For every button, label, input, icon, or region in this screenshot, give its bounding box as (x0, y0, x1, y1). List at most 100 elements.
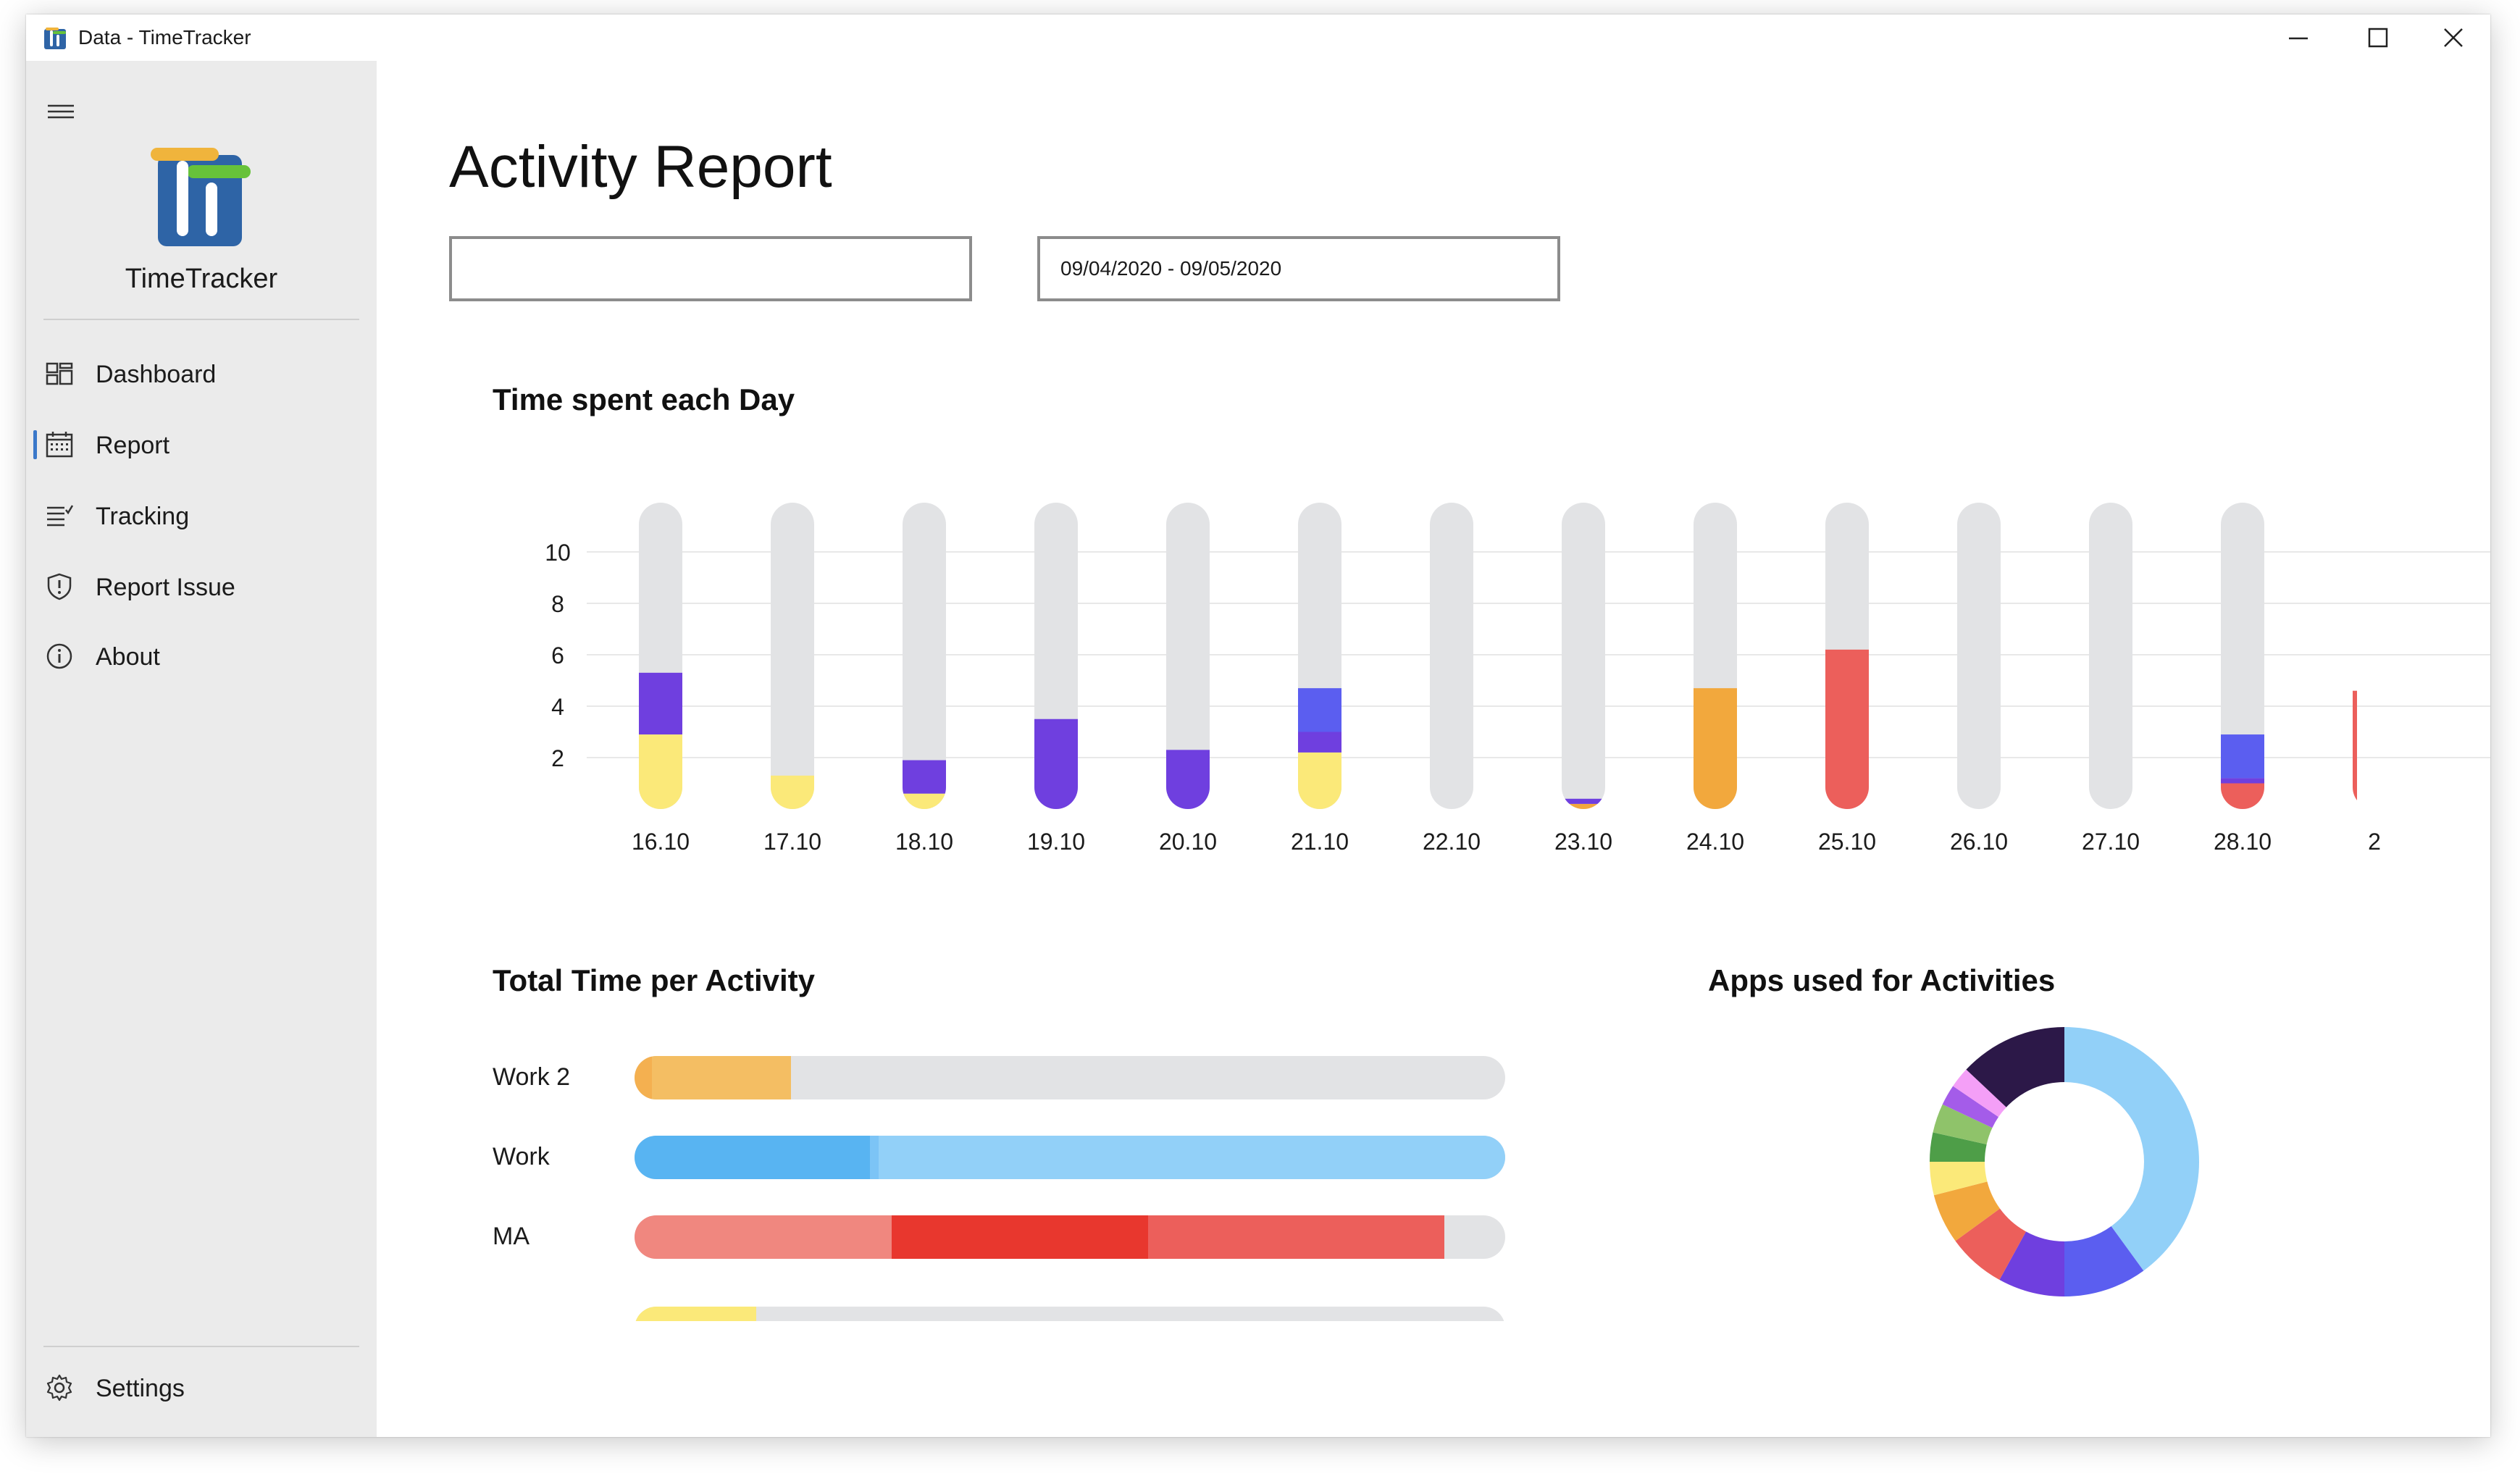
day-column: 19.10 (1027, 503, 1085, 855)
sidebar: TimeTracker Dashboard Report Tracking Re… (26, 61, 377, 1437)
x-tick-label: 25.10 (1818, 829, 1876, 855)
main-content: Activity Report 09/04/2020 - 09/05/2020 … (377, 61, 2490, 1437)
sidebar-item-label: About (96, 643, 160, 671)
info-icon (46, 643, 72, 669)
timetracker-logo (151, 148, 251, 246)
settings-label: Settings (96, 1375, 185, 1402)
sidebar-item-report[interactable]: Report (26, 416, 377, 474)
sidebar-item-about[interactable]: About (26, 627, 377, 685)
bar-segment (771, 775, 814, 809)
bar-track (1957, 503, 2001, 809)
close-icon (2444, 28, 2463, 47)
bar-segment (903, 760, 946, 794)
activity-row: MA (493, 1212, 1505, 1263)
sidebar-divider (43, 319, 359, 320)
day-column: 17.10 (763, 503, 821, 855)
activity-bar-segment (635, 1056, 653, 1099)
hamburger-menu-icon[interactable] (45, 99, 77, 125)
bar-segment (1166, 750, 1210, 809)
maximize-icon (2368, 28, 2388, 48)
bar-segment (1298, 752, 1341, 809)
x-tick-label: 16.10 (632, 829, 690, 855)
bar-segment (1562, 798, 1605, 804)
daily-chart-title: Time spent each Day (493, 382, 795, 416)
app-window: Data - TimeTracker TimeTracker Dashboard… (26, 14, 2490, 1437)
bar-track (1562, 503, 1605, 809)
x-tick-label: 19.10 (1027, 829, 1085, 855)
x-tick-label: 22.10 (1423, 829, 1481, 855)
bar-segment (1694, 688, 1737, 809)
bar-segment (2221, 778, 2264, 784)
day-column: 27.10 (2082, 503, 2140, 855)
x-tick-label: 2 (2368, 829, 2381, 855)
app-logo-icon (44, 28, 66, 49)
day-column: 20.10 (1159, 503, 1217, 855)
window-title: Data - TimeTracker (78, 26, 251, 49)
activity-bar-track (635, 1136, 1505, 1179)
day-column: 23.10 (1554, 503, 1612, 855)
minimize-button[interactable] (2259, 14, 2338, 61)
bar-track (771, 503, 814, 809)
donut-slice (2064, 1027, 2199, 1271)
activity-bar-segment (878, 1136, 1505, 1179)
settings-button[interactable]: Settings (26, 1359, 377, 1417)
minimize-icon (2289, 37, 2308, 40)
activity-bar-segment (635, 1136, 870, 1179)
activity-bar-track (635, 1056, 1505, 1099)
x-tick-label: 18.10 (895, 829, 953, 855)
sidebar-item-label: Report (96, 432, 170, 459)
activity-row: Work (493, 1133, 1505, 1183)
day-column: 2 (2353, 690, 2381, 855)
bar-segment (903, 793, 946, 809)
activity-row-partial (449, 1307, 1536, 1321)
sidebar-item-dashboard[interactable]: Dashboard (26, 345, 377, 403)
day-column: 16.10 (632, 503, 690, 855)
apps-donut-chart (1930, 1027, 2199, 1296)
x-tick-label: 20.10 (1159, 829, 1217, 855)
activity-bar-track (635, 1307, 1505, 1321)
page-title: Activity Report (449, 134, 832, 200)
active-indicator (33, 430, 37, 459)
x-tick-label: 24.10 (1686, 829, 1744, 855)
day-column: 22.10 (1423, 503, 1481, 855)
maximize-button[interactable] (2338, 14, 2418, 61)
close-button[interactable] (2414, 14, 2490, 61)
activity-bar-segment (1148, 1215, 1444, 1259)
bar-segment (639, 734, 682, 809)
bar-segment (2221, 734, 2264, 779)
x-tick-label: 28.10 (2214, 829, 2272, 855)
x-tick-label: 26.10 (1950, 829, 2008, 855)
title-bar[interactable]: Data - TimeTracker (26, 14, 2490, 62)
x-tick-label: 27.10 (2082, 829, 2140, 855)
bar-segment (1298, 688, 1341, 732)
activity-label: MA (493, 1223, 529, 1250)
y-tick-label: 4 (551, 694, 564, 720)
y-tick-label: 8 (551, 591, 564, 617)
bar-segment (1562, 803, 1605, 809)
bar-segment (1825, 649, 1869, 809)
dashboard-icon (46, 362, 73, 385)
sidebar-item-label: Dashboard (96, 361, 217, 388)
activity-bar-segment (635, 1215, 892, 1259)
date-range-picker[interactable]: 09/04/2020 - 09/05/2020 (1037, 236, 1560, 301)
gear-icon (46, 1374, 72, 1402)
search-input[interactable] (449, 236, 972, 301)
x-tick-label: 23.10 (1554, 829, 1612, 855)
activity-bar-segment (635, 1307, 757, 1321)
day-column: 21.10 (1291, 503, 1349, 855)
day-column: 26.10 (1950, 503, 2008, 855)
calendar-icon (46, 432, 73, 458)
bar-segment (1298, 732, 1341, 753)
bar-segment (1034, 718, 1078, 809)
activity-label: Work (493, 1143, 550, 1170)
bar-segment (639, 672, 682, 735)
sidebar-item-label: Tracking (96, 503, 190, 530)
sidebar-item-tracking[interactable]: Tracking (26, 487, 377, 545)
sidebar-item-report-issue[interactable]: Report Issue (26, 558, 377, 616)
brand-name: TimeTracker (125, 264, 278, 294)
activity-bar-segment (869, 1136, 879, 1179)
y-tick-label: 10 (545, 540, 571, 566)
activity-label: Work 2 (493, 1063, 571, 1091)
activity-bar-segment (652, 1056, 792, 1099)
day-column: 25.10 (1818, 503, 1876, 855)
